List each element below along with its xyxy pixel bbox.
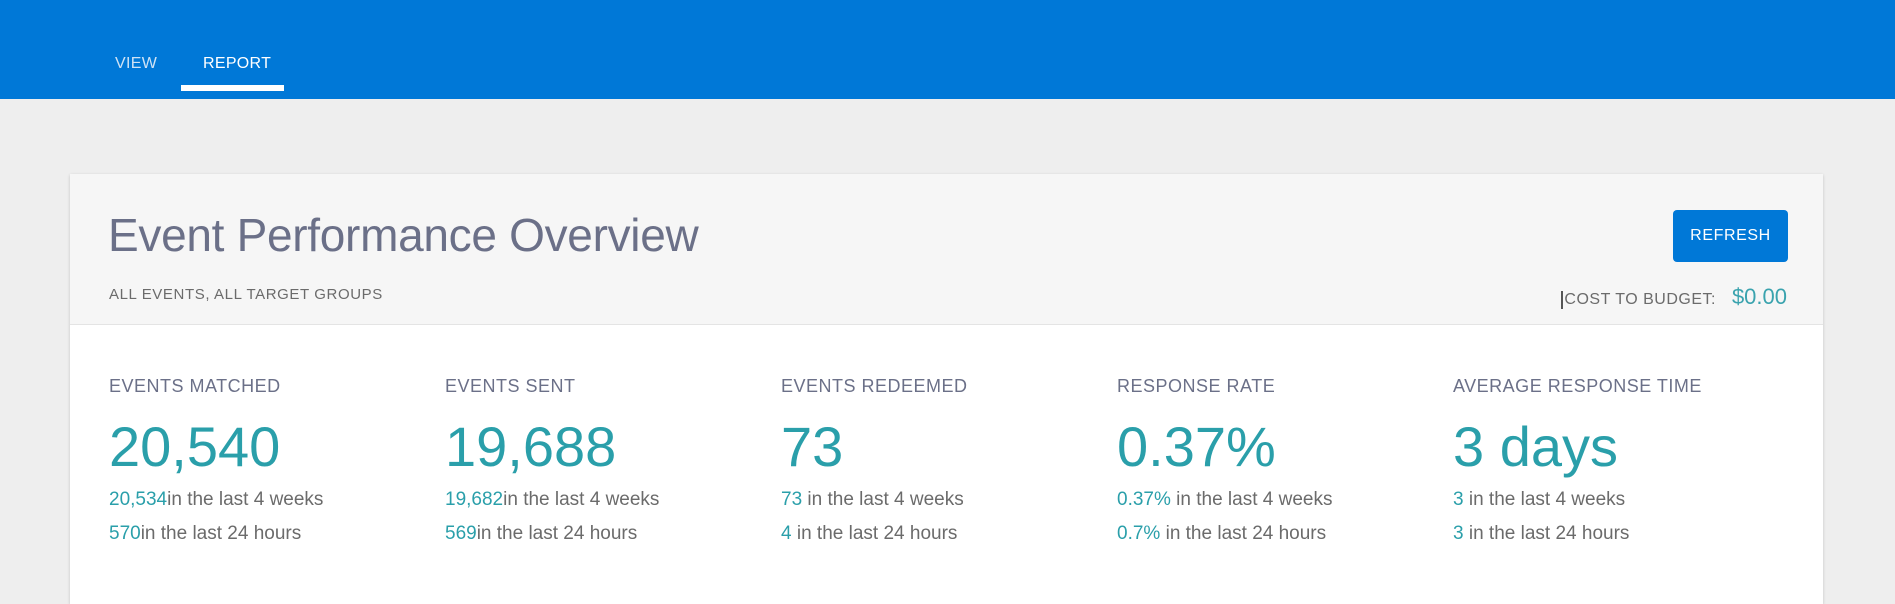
stat-value: 20,540 [109,415,281,478]
tab-report[interactable]: REPORT [203,55,271,73]
stat-label: EVENTS SENT [445,376,576,396]
stat-hours: 0.7% in the last 24 hours [1117,521,1447,547]
cost-to-budget: COST TO BUDGET: $0.00 [1561,284,1787,310]
top-nav-bar: VIEW REPORT [0,0,1895,99]
tab-view[interactable]: VIEW [115,55,157,73]
cost-value: $0.00 [1731,284,1787,309]
stat-value: 3 days [1453,415,1618,478]
weeks-text: in the last 4 weeks [1463,489,1626,510]
stat-weeks: 20,534in the last 4 weeks [109,487,439,513]
weeks-text: in the last 4 weeks [1170,489,1333,510]
hours-text: in the last 24 hours [791,523,958,544]
stat-events-redeemed: EVENTS REDEEMED 73 73 in the last 4 week… [781,376,1111,547]
stat-value: 73 [781,415,844,478]
hours-value: 4 [781,523,792,544]
stat-label: EVENTS REDEEMED [781,376,968,396]
stat-label: AVERAGE RESPONSE TIME [1453,376,1702,396]
active-tab-indicator [181,85,284,91]
stat-weeks: 19,682in the last 4 weeks [445,487,775,513]
refresh-button[interactable]: REFRESH [1673,210,1788,262]
card-header: Event Performance Overview ALL EVENTS, A… [70,174,1823,325]
stat-response-rate: RESPONSE RATE 0.37% 0.37% in the last 4 … [1117,376,1447,547]
stat-value: 0.37% [1117,415,1276,478]
stat-average-response-time: AVERAGE RESPONSE TIME 3 days 3 in the la… [1453,376,1783,547]
hours-value: 570 [109,523,141,544]
hours-text: in the last 24 hours [476,523,638,544]
stat-hours: 4 in the last 24 hours [781,521,1111,547]
stat-label: EVENTS MATCHED [109,376,281,396]
stat-weeks: 73 in the last 4 weeks [781,487,1111,513]
weeks-value: 19,682 [445,489,504,510]
stat-value: 19,688 [445,415,617,478]
page-title: Event Performance Overview [108,209,699,261]
stat-label: RESPONSE RATE [1117,376,1276,396]
weeks-text: in the last 4 weeks [167,489,324,510]
stat-events-sent: EVENTS SENT 19,688 19,682in the last 4 w… [445,376,775,547]
stat-weeks: 3 in the last 4 weeks [1453,487,1783,513]
hours-value: 0.7% [1117,523,1161,544]
weeks-text: in the last 4 weeks [503,489,660,510]
hours-value: 3 [1453,523,1464,544]
stat-hours: 569in the last 24 hours [445,521,775,547]
weeks-text: in the last 4 weeks [802,489,964,510]
stat-hours: 3 in the last 24 hours [1453,521,1783,547]
stat-events-matched: EVENTS MATCHED 20,540 20,534in the last … [109,376,439,547]
weeks-value: 20,534 [109,489,168,510]
weeks-value: 3 [1453,489,1464,510]
hours-text: in the last 24 hours [1160,523,1327,544]
cost-label: COST TO BUDGET: [1561,291,1716,309]
hours-text: in the last 24 hours [1463,523,1630,544]
stat-hours: 570in the last 24 hours [109,521,439,547]
hours-value: 569 [445,523,477,544]
filter-subtitle: ALL EVENTS, ALL TARGET GROUPS [109,286,383,303]
weeks-value: 0.37% [1117,489,1171,510]
event-performance-card: Event Performance Overview ALL EVENTS, A… [70,174,1823,604]
stat-weeks: 0.37% in the last 4 weeks [1117,487,1447,513]
weeks-value: 73 [781,489,803,510]
hours-text: in the last 24 hours [140,523,302,544]
